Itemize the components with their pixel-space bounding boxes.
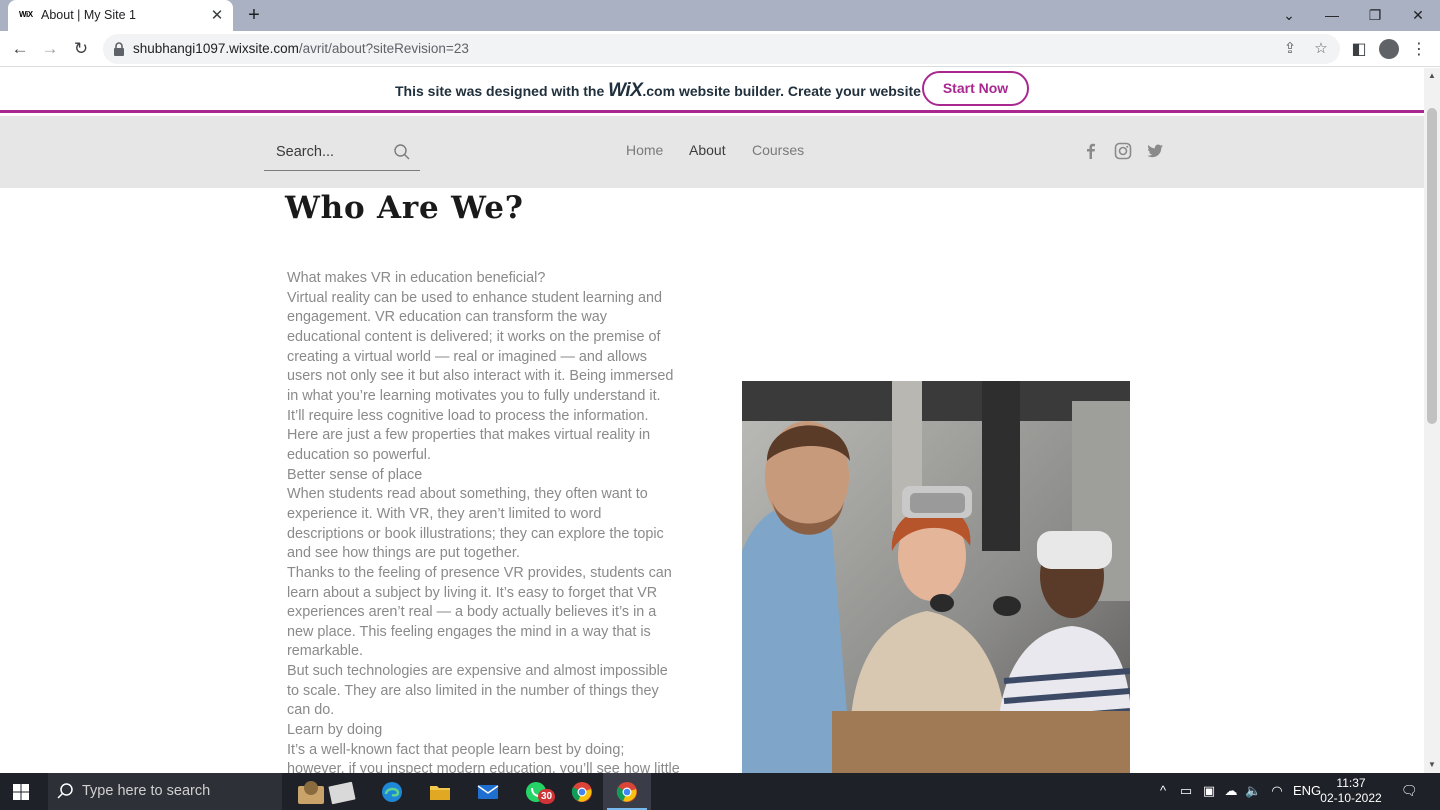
wifi-icon[interactable]: ◠ [1269,783,1285,799]
volume-icon[interactable]: 🔈 [1245,783,1261,799]
folder-icon [430,786,450,800]
paragraph: But such technologies are expensive and … [287,663,668,719]
chevron-up-icon[interactable]: ^ [1155,783,1171,799]
page-title: Who Are We? [285,190,524,226]
news-widget-icon [298,781,356,805]
search-input[interactable] [264,135,389,169]
search-icon [57,783,73,799]
close-window-button[interactable]: ✕ [1395,0,1440,31]
side-panel-icon[interactable]: ◧ [1348,39,1370,61]
language-indicator[interactable]: ENG [1293,783,1321,799]
taskbar-search-placeholder: Type here to search [82,783,211,799]
wix-favicon-icon: WiX [19,10,33,19]
taskbar-mail[interactable] [464,773,512,810]
wix-promo-banner: This site was designed with the WiX.com … [0,68,1424,113]
taskbar-clock[interactable]: 11:37 02-10-2022 [1320,776,1382,806]
url-text[interactable]: shubhangi1097.wixsite.com/avrit/about?si… [133,41,469,56]
bookmark-star-icon[interactable]: ☆ [1312,40,1330,58]
taskbar-chrome-active[interactable] [603,773,651,810]
share-icon[interactable]: ⇪ [1281,40,1299,58]
wix-logo: WiX [608,80,643,101]
nav-courses[interactable]: Courses [752,142,804,158]
site-header: Home About Courses [0,116,1424,188]
lock-icon[interactable] [113,42,125,56]
meet-now-icon[interactable]: ▣ [1201,783,1217,799]
nav-home[interactable]: Home [626,142,663,158]
clock-time: 11:37 [1336,776,1366,790]
back-button[interactable]: ← [7,36,33,62]
taskbar-file-explorer[interactable] [416,773,464,810]
scroll-up-arrow-icon[interactable]: ▲ [1427,71,1437,81]
taskbar-widget-news[interactable] [288,773,366,810]
search-icon[interactable] [393,143,411,161]
page-scrollbar[interactable]: ▲ ▼ [1424,68,1440,773]
paragraph: Virtual reality can be used to enhance s… [287,289,674,424]
scrollbar-thumb[interactable] [1427,108,1437,424]
instagram-icon[interactable] [1113,141,1133,161]
restore-button[interactable]: ❐ [1352,0,1398,31]
taskbar-whatsapp[interactable]: 30 [512,773,560,810]
paragraph: What makes VR in education beneficial? [287,270,546,286]
browser-tab-strip: WiX About | My Site 1 ✕ + ⌄ — ❐ ✕ [0,0,1440,31]
paragraph: It’s a well-known fact that people learn… [287,741,680,773]
chrome-icon [616,782,637,802]
mail-icon [477,785,499,799]
nav-about[interactable]: About [689,142,726,158]
notifications-icon[interactable]: 🗨 [1401,783,1418,799]
paragraph: When students read about something, they… [287,486,664,562]
about-body-text: What makes VR in education beneficial? V… [287,269,682,773]
windows-taskbar: Type here to search 30 ^ ▭ ▣ ☁ 🔈 ◠ ENG 1… [0,773,1440,810]
tab-search-chevron-icon[interactable]: ⌄ [1266,0,1312,31]
notification-badge: 30 [538,789,555,804]
paragraph: Learn by doing [287,722,383,739]
browser-tab-active[interactable]: WiX About | My Site 1 ✕ [8,0,233,31]
new-tab-button[interactable]: + [243,4,265,26]
minimize-button[interactable]: — [1309,0,1355,31]
twitter-icon[interactable] [1145,141,1165,161]
paragraph: Better sense of place [287,466,423,483]
close-tab-icon[interactable]: ✕ [208,7,226,25]
site-search [264,135,420,171]
forward-button[interactable]: → [37,36,63,62]
more-menu-icon[interactable]: ⋮ [1408,39,1430,61]
start-now-button[interactable]: Start Now [922,71,1029,106]
taskbar-search-box[interactable]: Type here to search [48,773,282,810]
scroll-down-arrow-icon[interactable]: ▼ [1427,760,1437,770]
paragraph: Here are just a few properties that make… [287,427,651,463]
battery-icon[interactable]: ▭ [1178,783,1194,799]
taskbar-edge[interactable] [368,773,416,810]
taskbar-chrome[interactable] [558,773,606,810]
windows-start-icon[interactable] [13,784,29,800]
address-bar[interactable]: shubhangi1097.wixsite.com/avrit/about?si… [103,34,1340,64]
banner-text: This site was designed with the WiX.com … [395,80,965,101]
onedrive-cloud-icon[interactable]: ☁ [1223,783,1239,799]
paragraph: Thanks to the feeling of presence VR pro… [287,564,672,660]
clock-date: 02-10-2022 [1320,791,1382,805]
reload-button[interactable]: ↻ [68,36,94,62]
profile-avatar[interactable] [1379,39,1399,59]
facebook-icon[interactable] [1081,141,1101,161]
chrome-icon [571,782,592,802]
edge-icon [382,782,402,802]
browser-toolbar: ← → ↻ shubhangi1097.wixsite.com/avrit/ab… [0,31,1440,67]
tab-title: About | My Site 1 [41,8,136,22]
vr-students-photo [742,381,1130,773]
